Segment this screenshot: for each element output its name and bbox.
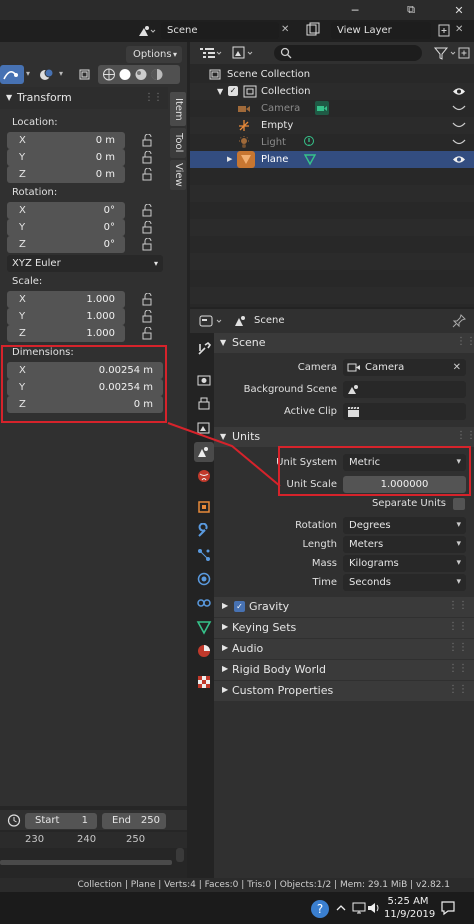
status-text: Collection | Plane | Verts:4 | Faces:0 |… (77, 880, 450, 890)
network-icon[interactable] (351, 901, 367, 915)
svg-text:?: ? (317, 902, 323, 916)
taskbar: ? 5:25 AM 11/9/2019 (0, 892, 474, 924)
annotation-connector-line (167, 422, 281, 487)
help-icon[interactable]: ? (310, 899, 330, 919)
clock[interactable]: 5:25 AM 11/9/2019 (384, 895, 436, 921)
chevron-up-icon[interactable] (334, 902, 348, 914)
clock-time: 5:25 AM (387, 896, 429, 907)
clock-date: 11/9/2019 (384, 909, 436, 920)
status-bar: Collection | Plane | Verts:4 | Faces:0 |… (0, 878, 474, 892)
blender-window: ─ ⧉ ✕ Scene ✕ View Layer ✕ Options▾ ▾ ▾ (0, 0, 474, 924)
notifications-icon[interactable] (439, 899, 457, 917)
volume-icon[interactable] (366, 901, 382, 915)
